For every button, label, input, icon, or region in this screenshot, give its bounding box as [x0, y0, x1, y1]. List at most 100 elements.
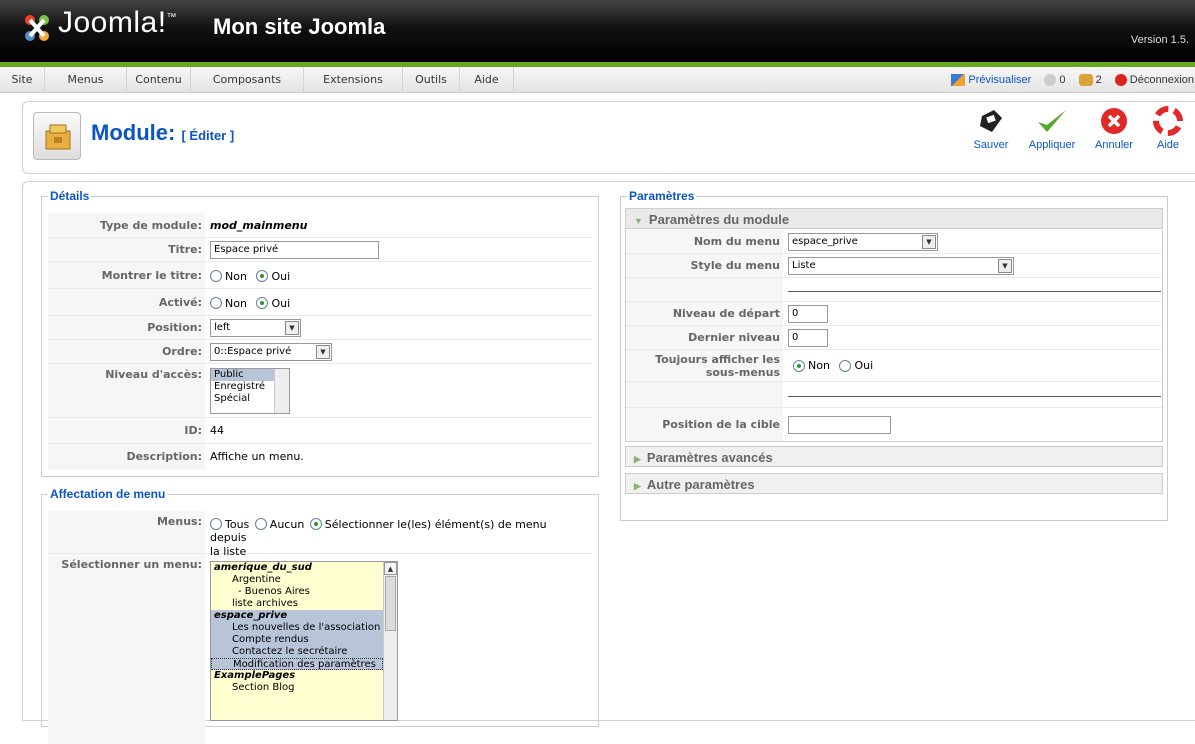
- title-label: Titre:: [48, 238, 205, 261]
- module-type-label: Type de module:: [48, 213, 205, 237]
- menu-item-modification[interactable]: Modification des paramètres: [211, 658, 383, 670]
- cancel-button[interactable]: Annuler: [1092, 106, 1136, 151]
- always-show-no-radio[interactable]: [793, 360, 805, 372]
- header-bar: Joomla!™ Mon site Joomla Version 1.5.: [0, 0, 1195, 62]
- order-label: Ordre:: [48, 340, 205, 363]
- scroll-thumb[interactable]: [385, 576, 396, 631]
- access-level-label: Niveau d'accès:: [48, 364, 205, 417]
- menu-group-examplepages[interactable]: ExamplePages: [211, 670, 397, 682]
- access-level-listbox[interactable]: Public Enregistré Spécial: [210, 368, 290, 414]
- joomla-logo-icon: [25, 15, 49, 41]
- target-position-input[interactable]: [788, 416, 891, 434]
- description-value: Affiche un menu.: [210, 450, 304, 463]
- show-title-no-radio[interactable]: [210, 270, 222, 282]
- menu-site[interactable]: Site: [0, 67, 45, 93]
- chevron-down-icon: ▼: [998, 259, 1012, 273]
- help-icon: [1153, 106, 1183, 136]
- brand-name: Joomla!™: [58, 6, 178, 39]
- users-count[interactable]: 2: [1078, 67, 1102, 93]
- enabled-yes-radio[interactable]: [256, 297, 269, 309]
- menu-group-amerique[interactable]: amerique_du_sud: [211, 562, 397, 574]
- module-params-body: Nom du menu espace_prive ▼ Style du menu …: [625, 230, 1163, 442]
- show-title-label: Montrer le titre:: [48, 262, 205, 288]
- menu-items-listbox[interactable]: amerique_du_sud Argentine - Buenos Aires…: [210, 561, 398, 721]
- id-label: ID:: [48, 418, 205, 443]
- always-show-radios: Non Oui: [793, 350, 879, 381]
- version-label: Version 1.5.: [1130, 34, 1189, 46]
- preview-link[interactable]: Prévisualiser: [951, 67, 1031, 93]
- users-icon: [1078, 74, 1093, 87]
- menu-item-nouvelles[interactable]: Les nouvelles de l'association: [211, 622, 383, 634]
- separator-line: [788, 291, 1161, 292]
- title-input[interactable]: Espace privé: [210, 241, 379, 259]
- apply-icon: [1038, 110, 1066, 132]
- description-label: Description:: [48, 444, 205, 470]
- enabled-label: Activé:: [48, 289, 205, 315]
- logout-link[interactable]: Déconnexion: [1114, 67, 1194, 93]
- start-level-input[interactable]: 0: [788, 305, 828, 323]
- menu-composants[interactable]: Composants: [191, 67, 304, 93]
- toolbar: Module: [ Éditer ] Sauver Appliquer Annu…: [22, 101, 1195, 174]
- main-menu-bar: Site Menus Contenu Composants Extensions…: [0, 67, 1195, 93]
- menus-none-radio[interactable]: [254, 518, 267, 530]
- target-position-label: Position de la cible: [626, 408, 783, 441]
- module-params-panel-header[interactable]: ▼ Paramètres du module: [625, 208, 1163, 229]
- menu-style-select[interactable]: Liste ▼: [788, 257, 1014, 275]
- access-option-public[interactable]: Public: [211, 369, 275, 381]
- menu-menus[interactable]: Menus: [45, 67, 127, 93]
- save-icon: [980, 110, 1002, 132]
- menu-extensions[interactable]: Extensions: [304, 67, 403, 93]
- show-title-yes-radio[interactable]: [256, 270, 269, 282]
- id-value: 44: [210, 424, 224, 437]
- messages-icon: [1044, 74, 1057, 87]
- save-button[interactable]: Sauver: [968, 106, 1014, 151]
- access-level-scrollbar[interactable]: [274, 369, 289, 413]
- menus-all-radio[interactable]: [210, 518, 222, 530]
- menu-item-argentine[interactable]: Argentine: [211, 574, 397, 586]
- help-button[interactable]: Aide: [1151, 106, 1185, 151]
- collapsed-triangle-icon: ▶: [634, 481, 641, 491]
- menu-name-select[interactable]: espace_prive ▼: [788, 233, 938, 251]
- chevron-down-icon: ▼: [316, 345, 330, 359]
- details-fieldset: Détails Type de module: mod_mainmenu Tit…: [41, 189, 599, 477]
- page-subtitle: [ Éditer ]: [181, 128, 235, 143]
- menu-item-liste-archives[interactable]: liste archives: [211, 598, 397, 610]
- main-content: Détails Type de module: mod_mainmenu Tit…: [22, 181, 1195, 744]
- menus-select-radio[interactable]: [309, 518, 322, 530]
- preview-icon: [951, 74, 966, 87]
- menu-item-buenos-aires[interactable]: - Buenos Aires: [211, 586, 397, 598]
- chevron-down-icon: ▼: [285, 321, 299, 335]
- menu-aide[interactable]: Aide: [460, 67, 514, 93]
- menu-outils[interactable]: Outils: [403, 67, 460, 93]
- params-legend: Paramètres: [629, 189, 695, 203]
- messages-count[interactable]: 0: [1044, 67, 1066, 93]
- position-label: Position:: [48, 316, 205, 339]
- spacer-label: [626, 278, 783, 301]
- menu-style-label: Style du menu: [626, 254, 783, 277]
- menu-item-contact[interactable]: Contactez le secrétaire: [211, 646, 383, 658]
- always-show-yes-radio[interactable]: [839, 360, 852, 372]
- menu-item-section-blog[interactable]: Section Blog: [211, 682, 397, 694]
- logout-icon: [1114, 74, 1127, 87]
- menu-contenu[interactable]: Contenu: [127, 67, 191, 93]
- select-menu-label: Sélectionner un menu:: [48, 554, 205, 744]
- enabled-no-radio[interactable]: [210, 297, 222, 309]
- scroll-up-icon[interactable]: ▲: [384, 562, 397, 575]
- end-level-label: Dernier niveau: [626, 326, 783, 349]
- other-params-panel-header[interactable]: ▶ Autre paramètres: [625, 473, 1163, 494]
- module-icon: [33, 112, 81, 160]
- menu-items-scrollbar[interactable]: ▲: [383, 562, 397, 720]
- spacer-label-2: [626, 382, 783, 407]
- order-select[interactable]: 0::Espace privé ▼: [210, 343, 332, 361]
- advanced-params-panel-header[interactable]: ▶ Paramètres avancés: [625, 446, 1163, 467]
- menu-item-compte-rendus[interactable]: Compte rendus: [211, 634, 383, 646]
- apply-button[interactable]: Appliquer: [1025, 106, 1079, 151]
- menu-assignment-fieldset: Affectation de menu Menus: Tous Aucun Sé…: [41, 487, 599, 744]
- position-select[interactable]: left ▼: [210, 319, 301, 337]
- always-show-label: Toujours afficher les sous-menus: [626, 350, 783, 381]
- menu-group-espace-prive[interactable]: espace_prive: [211, 610, 383, 622]
- module-type-value: mod_mainmenu: [210, 219, 308, 232]
- enabled-radios: Non Oui: [210, 289, 296, 315]
- end-level-input[interactable]: 0: [788, 329, 828, 347]
- show-title-radios: Non Oui: [210, 262, 296, 288]
